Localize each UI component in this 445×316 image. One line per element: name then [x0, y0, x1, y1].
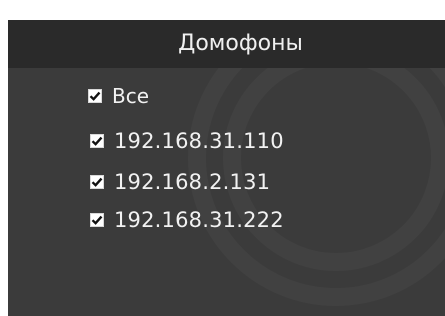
intercom-checkbox-row[interactable]: 192.168.31.222 [90, 205, 284, 235]
select-all-checkbox[interactable]: Все [88, 82, 149, 110]
select-all-label: Все [112, 84, 150, 108]
intercom-settings-view: Домофоны Все 192.168.31.110 192.168.2.13… [0, 0, 445, 316]
select-all-checkbox-box[interactable] [88, 89, 102, 103]
intercom-checkbox[interactable] [90, 175, 104, 189]
checkmark-icon [91, 215, 103, 225]
checkmark-icon [89, 91, 101, 101]
checkmark-icon [91, 136, 103, 146]
intercom-ip-label: 192.168.2.131 [114, 170, 271, 194]
intercom-checkbox[interactable] [90, 134, 104, 148]
checkmark-icon [91, 177, 103, 187]
panel-header: Домофоны [8, 20, 445, 68]
intercom-ip-label: 192.168.31.222 [114, 208, 284, 232]
intercom-panel: Домофоны Все 192.168.31.110 192.168.2.13… [8, 20, 445, 316]
intercom-ip-label: 192.168.31.110 [114, 129, 284, 153]
intercom-checkbox[interactable] [90, 213, 104, 227]
panel-title: Домофоны [178, 31, 303, 56]
intercom-checkbox-row[interactable]: 192.168.31.110 [90, 126, 284, 156]
intercom-checkbox-row[interactable]: 192.168.2.131 [90, 167, 270, 197]
watermark-logo-inner [223, 45, 445, 271]
